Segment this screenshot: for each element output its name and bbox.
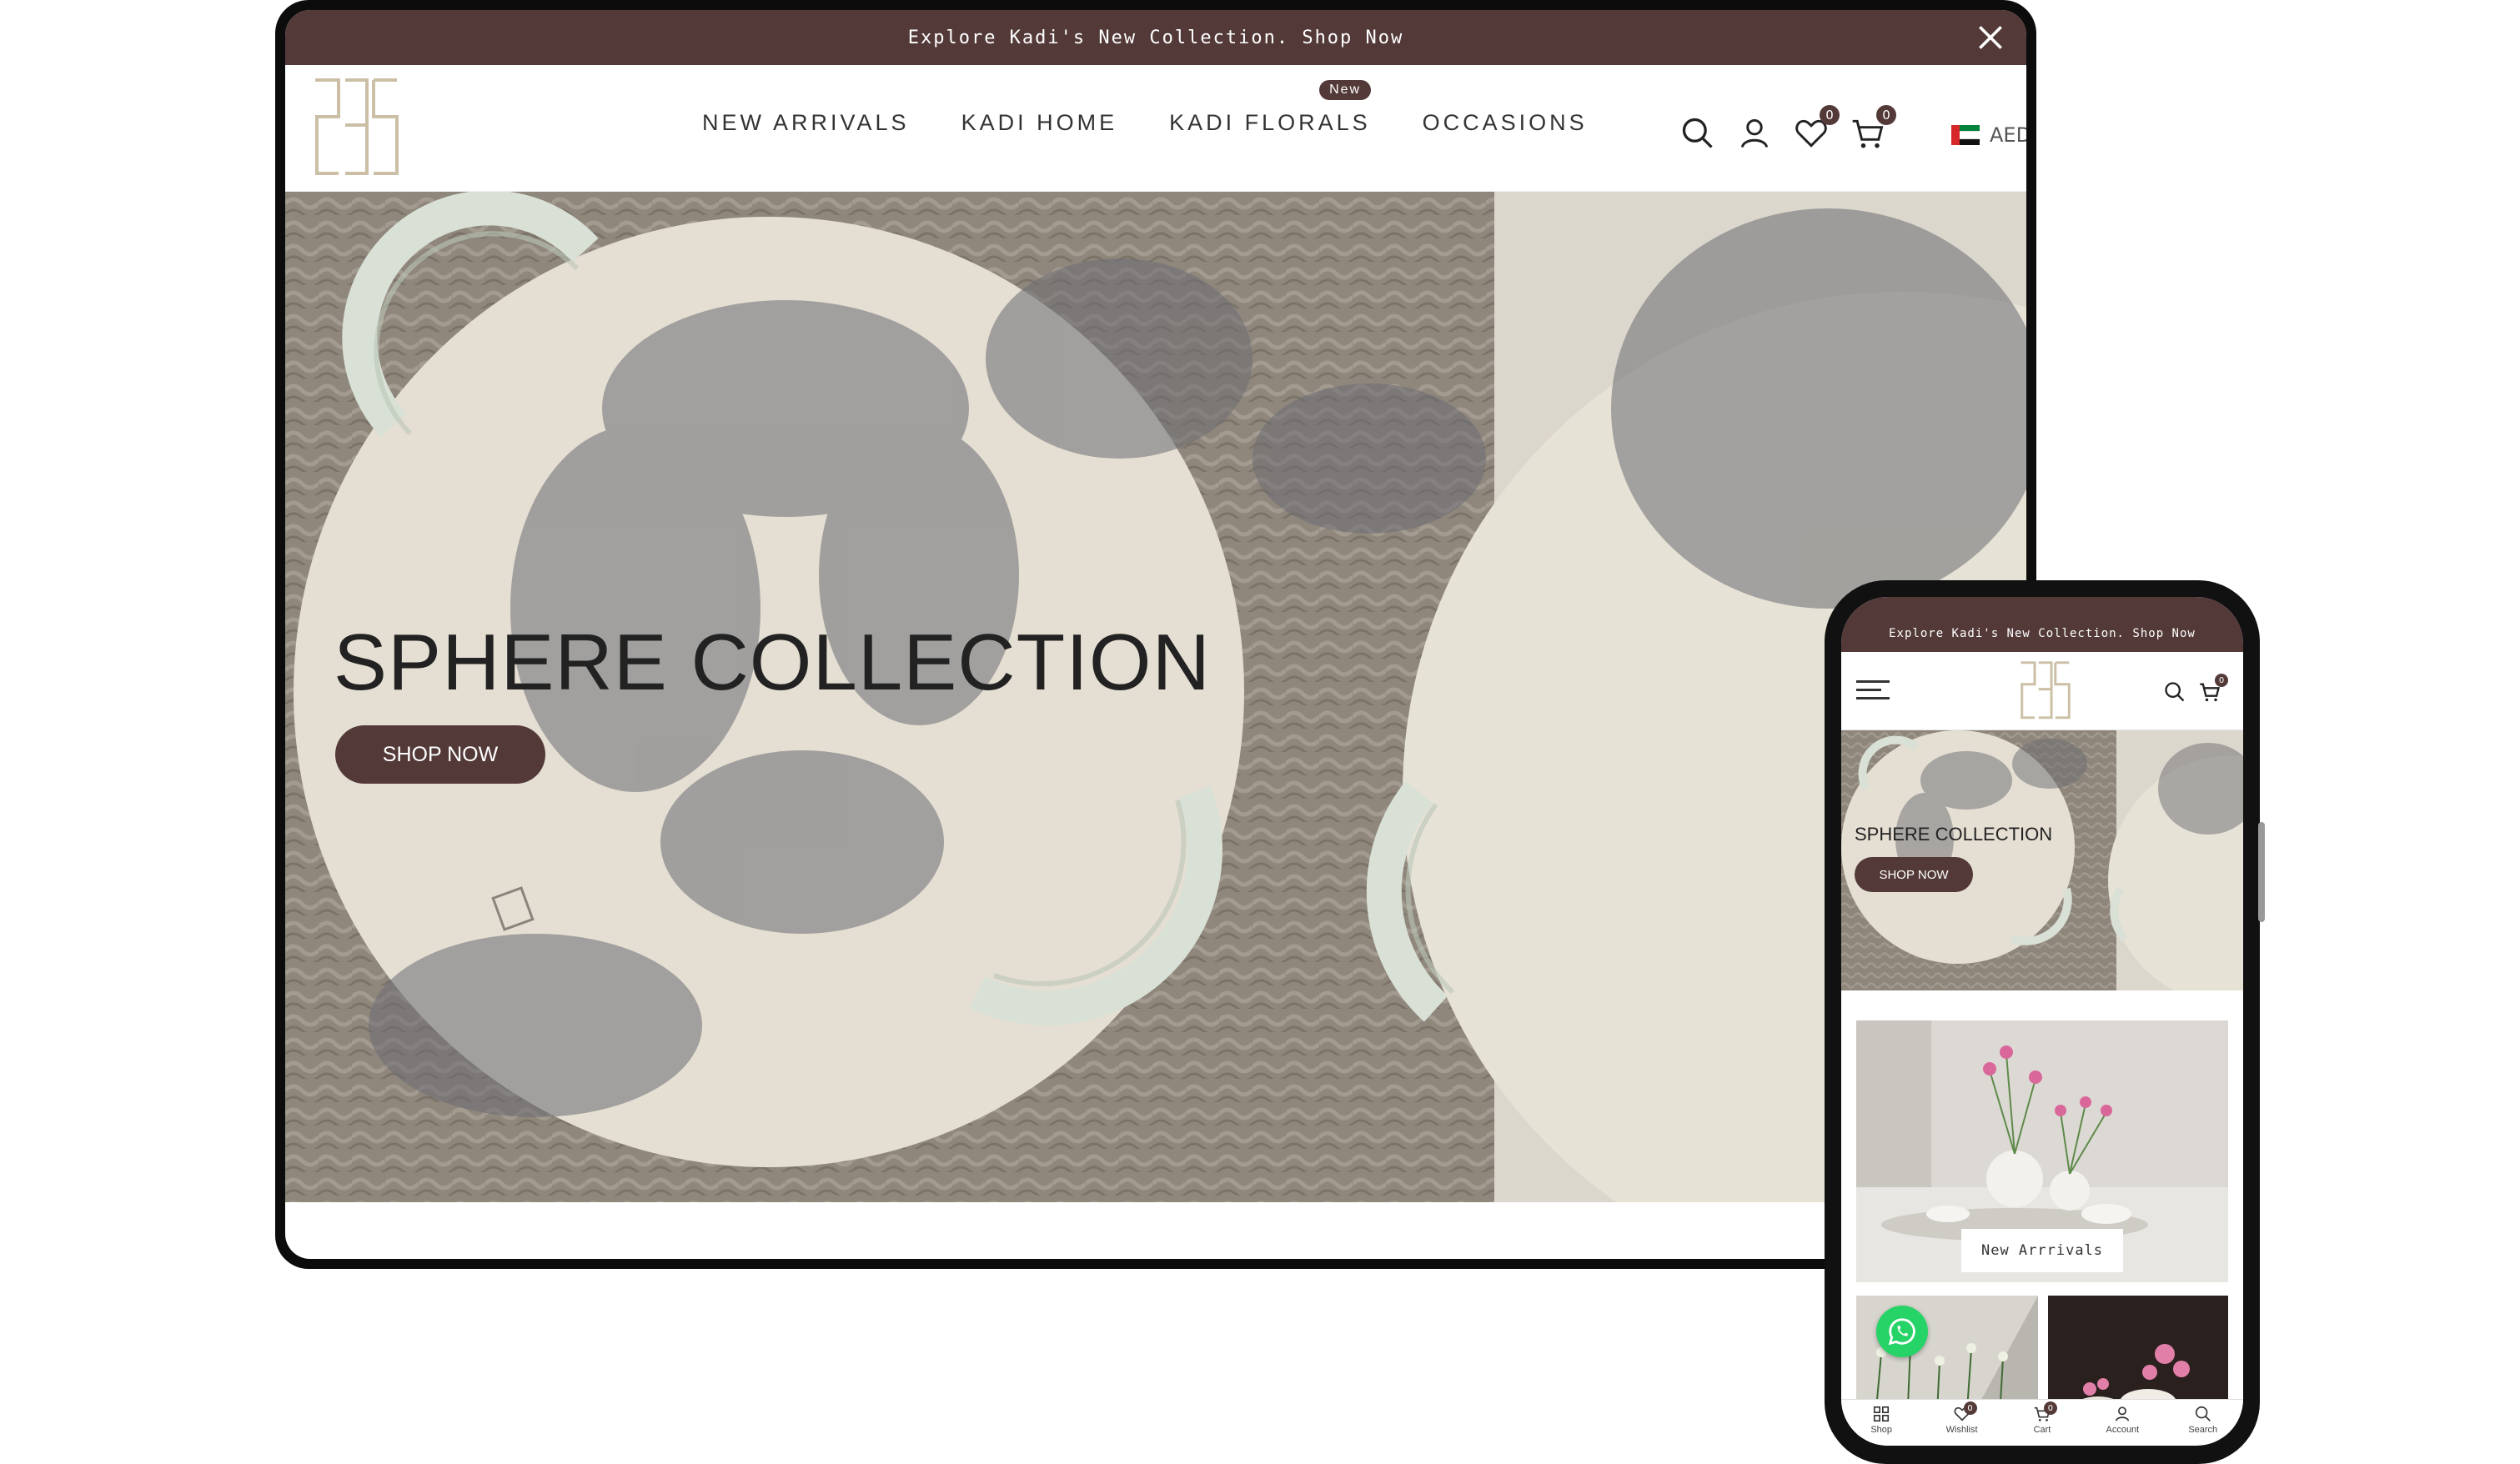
whatsapp-chat-button[interactable] (1876, 1306, 1928, 1357)
mobile-cart-count: 0 (2215, 674, 2228, 687)
nav-occasions[interactable]: OCCASIONS (1423, 110, 1588, 136)
new-badge: New (1319, 80, 1372, 100)
currency-selector[interactable]: AED ⌄ (1951, 123, 2026, 147)
close-icon[interactable] (1975, 22, 2006, 53)
grid-icon (1874, 1406, 1890, 1422)
announcement-text[interactable]: Explore Kadi's New Collection. Shop Now (908, 28, 1404, 48)
wishlist-count: 0 (1820, 105, 1840, 125)
phone-device: Explore Kadi's New Collection. Shop Now … (1825, 580, 2265, 1464)
whatsapp-icon (1888, 1318, 1915, 1346)
bottom-tab-search-label: Search (2188, 1425, 2218, 1435)
search-icon[interactable] (1679, 115, 1716, 152)
bottom-tab-shop-label: Shop (1870, 1425, 1893, 1435)
bottom-cart-count: 0 (2043, 1401, 2057, 1415)
bottom-tab-shop[interactable]: Shop (1848, 1405, 1915, 1435)
tablet-device: Explore Kadi's New Collection. Shop Now (275, 0, 2036, 1269)
mobile-hero-title: SPHERE COLLECTION (1855, 824, 2053, 845)
mobile-brand-logo[interactable] (2018, 659, 2073, 724)
bottom-tab-cart[interactable]: 0 Cart (2009, 1401, 2076, 1435)
mobile-search-icon[interactable] (2163, 680, 2186, 704)
hamburger-menu-icon[interactable] (1856, 680, 1890, 702)
mobile-announcement-text[interactable]: Explore Kadi's New Collection. Shop Now (1889, 627, 2196, 640)
brand-logo[interactable] (310, 75, 404, 182)
account-icon (2116, 1406, 2130, 1421)
bottom-tab-search[interactable]: Search (2170, 1405, 2236, 1435)
account-icon[interactable] (1736, 115, 1773, 152)
search-icon (2195, 1406, 2211, 1421)
phone-side-button (2258, 822, 2265, 922)
mobile-hero-banner[interactable]: SPHERE COLLECTION SHOP NOW (1841, 730, 2243, 990)
wishlist-icon[interactable]: 0 (1793, 105, 1840, 152)
mobile-announcement-bar[interactable]: Explore Kadi's New Collection. Shop Now (1841, 597, 2243, 652)
currency-label: AED (1990, 123, 2026, 147)
bottom-wishlist-count: 0 (1963, 1401, 1977, 1415)
mobile-header: 0 (1841, 652, 2243, 730)
phone-screen: Explore Kadi's New Collection. Shop Now … (1841, 597, 2243, 1446)
uae-flag-icon (1951, 125, 1980, 145)
mobile-cart-icon[interactable]: 0 (2198, 674, 2228, 704)
tablet-screen: Explore Kadi's New Collection. Shop Now (285, 10, 2026, 1259)
main-nav: NEW ARRIVALS KADI HOME KADI FLORALS New … (702, 80, 1588, 136)
bottom-tab-account[interactable]: Account (2089, 1405, 2156, 1435)
nav-kadi-home[interactable]: KADI HOME (961, 110, 1118, 136)
hero-banner[interactable]: SPHERE COLLECTION SHOP NOW (285, 192, 2026, 1202)
announcement-bar[interactable]: Explore Kadi's New Collection. Shop Now (285, 10, 2026, 65)
bottom-tab-cart-label: Cart (2033, 1425, 2051, 1435)
cart-count: 0 (1876, 105, 1896, 125)
bottom-tab-wishlist-label: Wishlist (1945, 1425, 1978, 1435)
nav-new-arrivals[interactable]: NEW ARRIVALS (702, 110, 910, 136)
hero-shop-now-button[interactable]: SHOP NOW (335, 725, 545, 784)
new-arrivals-label[interactable]: New Arrrivals (1961, 1229, 2123, 1272)
nav-kadi-florals[interactable]: KADI FLORALS New (1169, 80, 1372, 136)
bottom-tab-account-label: Account (2106, 1425, 2140, 1435)
mobile-bottom-nav: Shop 0 Wishlist 0 Cart Account Search (1841, 1399, 2243, 1446)
new-arrivals-card[interactable]: New Arrrivals (1856, 1020, 2228, 1282)
cart-icon[interactable]: 0 (1850, 105, 1896, 152)
nav-kadi-florals-label: KADI FLORALS (1169, 110, 1371, 135)
bottom-tab-wishlist[interactable]: 0 Wishlist (1929, 1401, 1995, 1435)
site-header: NEW ARRIVALS KADI HOME KADI FLORALS New … (285, 65, 2026, 192)
mobile-hero-shop-now-button[interactable]: SHOP NOW (1855, 857, 1973, 892)
hero-title: SPHERE COLLECTION (334, 618, 1211, 707)
